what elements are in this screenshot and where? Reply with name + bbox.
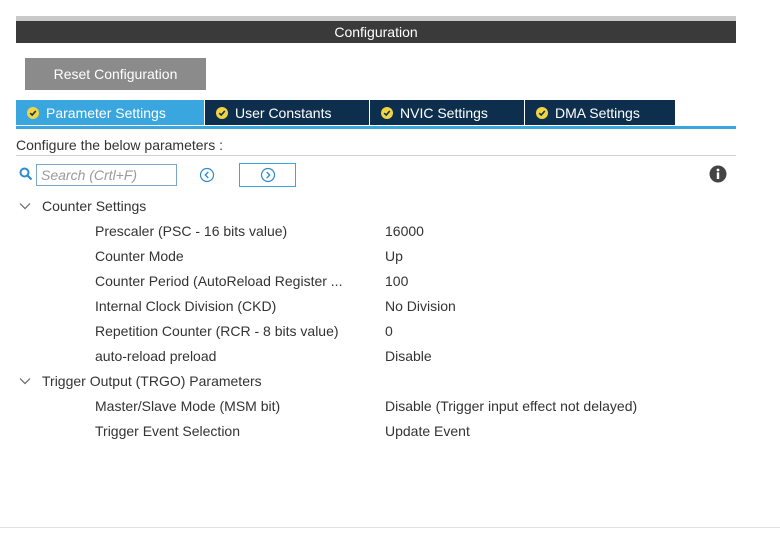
- param-value: Disable: [385, 348, 432, 364]
- search-previous-button[interactable]: [193, 164, 221, 186]
- param-name: auto-reload preload: [95, 348, 217, 364]
- tab-label: DMA Settings: [555, 104, 640, 121]
- parameters-hint: Configure the below parameters :: [16, 137, 223, 153]
- tab-label: NVIC Settings: [400, 104, 488, 121]
- chevron-left-circle-icon: [199, 167, 215, 183]
- param-value: Up: [385, 248, 403, 264]
- check-circle-icon: [381, 106, 393, 119]
- param-value: 0: [385, 323, 393, 339]
- tab-dma-settings[interactable]: DMA Settings: [525, 100, 676, 125]
- param-name: Prescaler (PSC - 16 bits value): [95, 223, 288, 239]
- check-circle-icon: [536, 106, 548, 119]
- info-icon[interactable]: [709, 165, 727, 186]
- check-circle-icon: [216, 106, 228, 119]
- tab-user-constants[interactable]: User Constants: [205, 100, 370, 125]
- param-row[interactable]: Internal Clock Division (CKD) No Divisio…: [0, 296, 780, 316]
- param-value: 100: [385, 273, 409, 289]
- param-value: Update Event: [385, 423, 470, 439]
- panel-title: Configuration: [16, 21, 736, 43]
- tab-nvic-settings[interactable]: NVIC Settings: [370, 100, 525, 125]
- param-name: Counter Mode: [95, 248, 184, 264]
- tab-label: User Constants: [235, 104, 332, 121]
- param-row[interactable]: Counter Mode Up: [0, 246, 780, 266]
- param-name: Internal Clock Division (CKD): [95, 298, 277, 314]
- param-row[interactable]: Repetition Counter (RCR - 8 bits value) …: [0, 321, 780, 341]
- param-value: No Division: [385, 298, 456, 314]
- search-next-button[interactable]: [239, 163, 296, 187]
- search-input[interactable]: [36, 164, 177, 186]
- tab-label: Parameter Settings: [46, 104, 166, 121]
- chevron-down-icon: [19, 199, 33, 213]
- param-row[interactable]: Master/Slave Mode (MSM bit) Disable (Tri…: [0, 396, 780, 416]
- param-row[interactable]: auto-reload preload Disable: [0, 346, 780, 366]
- tab-parameter-settings[interactable]: Parameter Settings: [16, 100, 205, 125]
- param-name: Master/Slave Mode (MSM bit): [95, 398, 281, 414]
- param-row[interactable]: Counter Period (AutoReload Register ... …: [0, 271, 780, 291]
- reset-configuration-button[interactable]: Reset Configuration: [25, 58, 206, 90]
- group-trigger-output[interactable]: Trigger Output (TRGO) Parameters: [19, 371, 262, 391]
- param-name: Trigger Event Selection: [95, 423, 240, 439]
- group-label: Trigger Output (TRGO) Parameters: [42, 373, 262, 389]
- param-row[interactable]: Trigger Event Selection Update Event: [0, 421, 780, 441]
- check-circle-icon: [27, 106, 39, 119]
- chevron-down-icon: [19, 374, 33, 388]
- tab-bar: Parameter Settings User Constants NVIC S…: [16, 100, 676, 125]
- group-label: Counter Settings: [42, 198, 147, 214]
- search-icon: [19, 167, 33, 184]
- tab-underline: [16, 126, 736, 129]
- divider: [0, 527, 780, 528]
- group-counter-settings[interactable]: Counter Settings: [19, 196, 146, 216]
- param-row[interactable]: Prescaler (PSC - 16 bits value) 16000: [0, 221, 780, 241]
- divider: [16, 155, 736, 156]
- param-value: Disable (Trigger input effect not delaye…: [385, 398, 638, 414]
- param-name: Repetition Counter (RCR - 8 bits value): [95, 323, 339, 339]
- param-value: 16000: [385, 223, 424, 239]
- param-name: Counter Period (AutoReload Register ...: [95, 273, 343, 289]
- chevron-right-circle-icon: [260, 167, 275, 183]
